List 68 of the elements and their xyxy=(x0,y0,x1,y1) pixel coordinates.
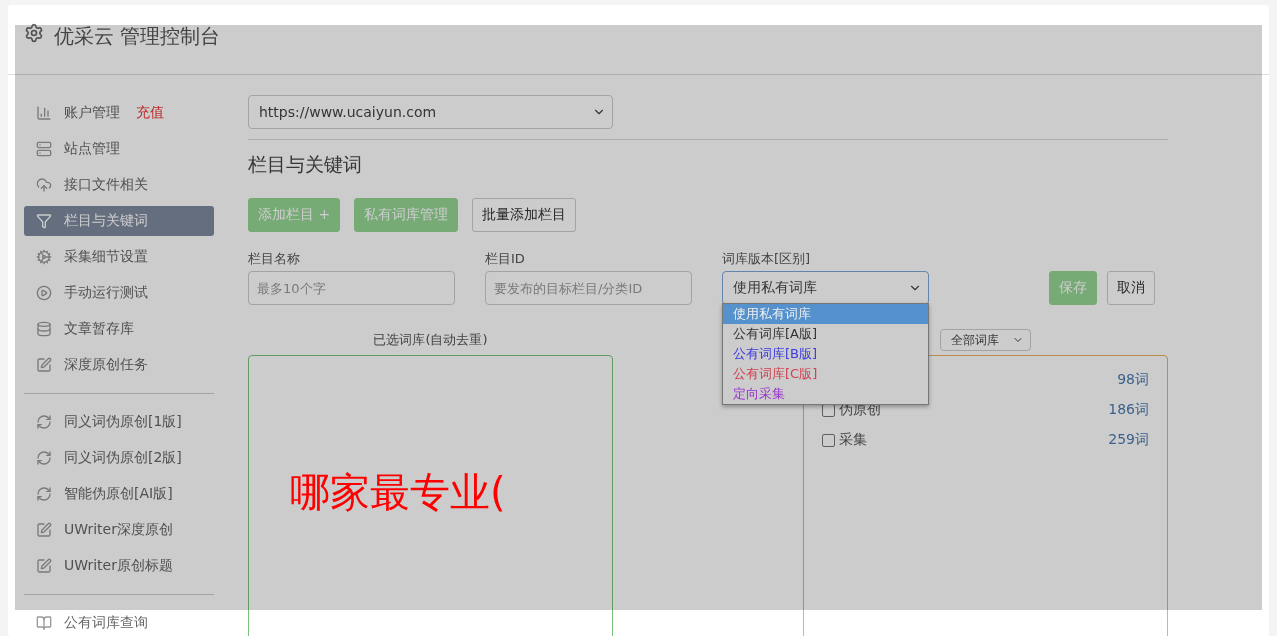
sidebar-item[interactable]: 文章暂存库 xyxy=(24,314,214,344)
word-count: 186词 xyxy=(1108,401,1149,419)
sidebar-label: 同义词伪原创[1版] xyxy=(64,413,182,431)
sidebar-label: 文章暂存库 xyxy=(64,320,134,338)
refresh-icon xyxy=(36,450,52,466)
dropdown-option[interactable]: 公有词库[A版] xyxy=(723,324,928,344)
panel-title: 已选词库(自动去重) xyxy=(373,331,488,349)
app-title: 优采云 管理控制台 xyxy=(54,23,221,50)
sidebar-label: 深度原创任务 xyxy=(64,356,148,374)
settings-icon xyxy=(24,23,44,43)
recharge-link[interactable]: 充值 xyxy=(136,104,164,122)
gears-icon xyxy=(36,249,52,265)
bar-chart-icon xyxy=(36,105,52,121)
play-icon xyxy=(36,285,52,301)
field-label: 词库版本[区别] xyxy=(722,250,812,268)
edit-icon xyxy=(36,522,52,538)
sidebar-item[interactable]: 同义词伪原创[2版] xyxy=(24,443,214,473)
sidebar-item[interactable]: 智能伪原创[AI版] xyxy=(24,479,214,509)
input-field[interactable]: 最多10个字 xyxy=(248,271,455,305)
sidebar-label: 账户管理 xyxy=(64,104,120,122)
filter-icon xyxy=(36,213,52,229)
overlay-caption: 哪家最专业( xyxy=(290,468,506,517)
refresh-icon xyxy=(36,414,52,430)
sidebar-item[interactable]: 手动运行测试 xyxy=(24,278,214,308)
edit-icon xyxy=(36,558,52,574)
sidebar-label: 公有词库查询 xyxy=(64,614,148,632)
sidebar-label: 同义词伪原创[2版] xyxy=(64,449,182,467)
sidebar-item[interactable]: 站点管理 xyxy=(24,134,214,164)
sidebar-item[interactable]: 深度原创任务 xyxy=(24,350,214,380)
checkbox[interactable] xyxy=(822,433,835,447)
sidebar-label: 手动运行测试 xyxy=(64,284,148,302)
field-label: 栏目ID xyxy=(485,250,526,268)
cloud-upload-icon xyxy=(36,177,52,193)
sidebar-label: 采集细节设置 xyxy=(64,248,148,266)
field-label: 栏目名称 xyxy=(248,250,301,268)
toolbar-button[interactable]: 批量添加栏目 xyxy=(472,198,577,232)
sidebar-label: 站点管理 xyxy=(64,140,120,158)
word-count: 98词 xyxy=(1117,371,1149,389)
server-icon xyxy=(36,141,52,157)
sidebar-label: 智能伪原创[AI版] xyxy=(64,485,173,503)
dropdown-option[interactable]: 公有词库[B版] xyxy=(723,344,928,364)
sidebar-label: 栏目与关键词 xyxy=(64,212,148,230)
sidebar-label: UWriter深度原创 xyxy=(64,521,173,539)
sidebar-item[interactable]: 栏目与关键词 xyxy=(24,206,214,236)
library-label: 采集 xyxy=(839,431,867,449)
database-icon xyxy=(36,321,52,337)
input-field[interactable]: 要发布的目标栏目/分类ID xyxy=(485,271,692,305)
library-filter-select[interactable]: 全部词库 xyxy=(940,329,1031,351)
edit-icon xyxy=(36,357,52,373)
refresh-icon xyxy=(36,486,52,502)
book-icon xyxy=(36,615,52,631)
sidebar-item[interactable]: UWriter原创标题 xyxy=(24,551,214,581)
sidebar-item[interactable]: 接口文件相关 xyxy=(24,170,214,200)
dropdown-option[interactable]: 公有词库[C版] xyxy=(723,364,928,384)
version-select[interactable]: 使用私有词库 xyxy=(722,271,929,305)
section-title: 栏目与关键词 xyxy=(248,152,363,177)
sidebar-label: 接口文件相关 xyxy=(64,176,148,194)
dropdown-option[interactable]: 使用私有词库 xyxy=(723,304,928,324)
form-button[interactable]: 取消 xyxy=(1107,271,1155,305)
sidebar-label: UWriter原创标题 xyxy=(64,557,173,575)
sidebar-item[interactable]: 采集细节设置 xyxy=(24,242,214,272)
site-select[interactable]: https://www.ucaiyun.com xyxy=(248,95,613,129)
sidebar-item[interactable]: 公有词库查询 xyxy=(24,608,214,636)
dropdown-option[interactable]: 定向采集 xyxy=(723,384,928,404)
sidebar-item[interactable]: UWriter深度原创 xyxy=(24,515,214,545)
word-count: 259词 xyxy=(1108,431,1149,449)
sidebar-item[interactable]: 同义词伪原创[1版] xyxy=(24,407,214,437)
sidebar-item[interactable]: 账户管理 充值 xyxy=(24,98,214,128)
